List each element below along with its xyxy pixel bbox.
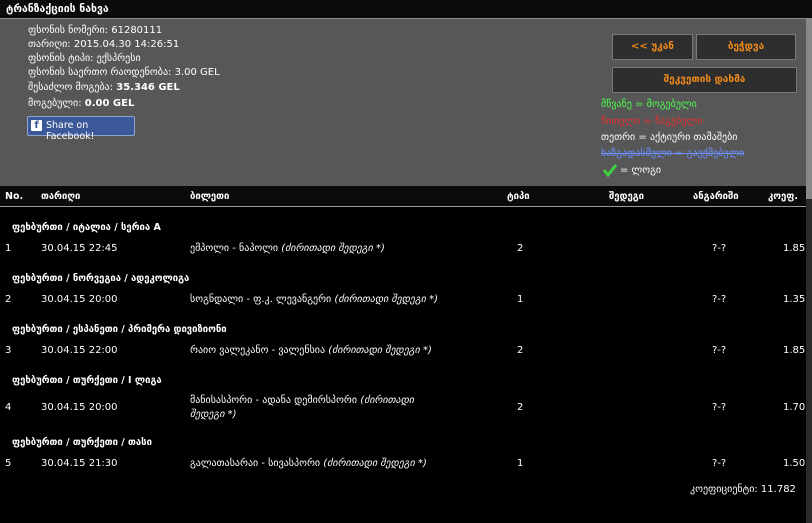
match-market: (ძირითადი შედეგი *) (323, 458, 427, 469)
row-match: გალათასარაი - სივასპორი (ძირითადი შედეგი… (190, 458, 427, 469)
match-name: რაიო ვალეკანო - ვალენსია (190, 345, 326, 356)
row-type: 1 (517, 294, 524, 305)
ticket-number-row: ფსონის ნომერი: 61280111 (28, 25, 162, 36)
facebook-share-button[interactable]: f Share on Facebook! (27, 116, 135, 142)
possible-win-label: შესაძლო მოგება: (28, 82, 114, 93)
facebook-icon: f (31, 120, 42, 131)
row-date: 30.04.15 22:00 (41, 345, 118, 356)
row-score: ?-? (712, 294, 727, 305)
win-label: მოგებული: (28, 98, 82, 109)
section-title: ფეხბურთი / ნორვეგია / ადეკოლიგა (12, 273, 190, 284)
table-header: No. თარიღი ბილეთი ტიპი შედეგი ანგარიში კ… (0, 186, 806, 207)
match-name: ემპოლი - ნაპოლი (190, 243, 279, 254)
row-coef: 1.50 (783, 458, 806, 469)
ticket-number-value: 61280111 (111, 25, 163, 36)
row-match: ემპოლი - ნაპოლი (ძირითადი შედეგი *) (190, 243, 385, 254)
match-name: მანისასპორი - ადანა დემირსპორი (190, 395, 358, 406)
header-no: No. (5, 191, 24, 202)
row-date: 30.04.15 20:00 (41, 402, 118, 413)
row-type: 2 (517, 345, 524, 356)
row-no: 3 (5, 345, 12, 356)
date-row: თარიღი: 2015.04.30 14:26:51 (28, 39, 179, 50)
row-coef: 1.35 (783, 294, 806, 305)
section-title: ფეხბურთი / იტალია / სერია A (12, 222, 161, 233)
match-name: სოგნდალი - ფ.კ. ლევანგერი (190, 294, 332, 305)
row-coef: 1.85 (783, 345, 806, 356)
type-value: ექსპრესი (96, 53, 141, 64)
row-score: ?-? (712, 458, 727, 469)
header-score: ანგარიში (693, 191, 739, 202)
date-value: 2015.04.30 14:26:51 (73, 39, 180, 50)
match-name: გალათასარაი - სივასპორი (190, 458, 321, 469)
row-no: 1 (5, 243, 12, 254)
total-row: ფსონის საერთო რაოდენობა: 3.00 GEL (28, 67, 220, 78)
row-coef: 1.70 (783, 402, 806, 413)
date-label: თარიღი: (28, 39, 71, 50)
legend-green: მწვანე = მოგებული (601, 99, 697, 110)
possible-win-row: შესაძლო მოგება: 35.346 GEL (28, 82, 180, 93)
section-title: ფეხბურთი / ესპანეთი / პრიმერა დივიზიონი (12, 324, 227, 335)
header-type: ტიპი (507, 191, 530, 202)
header-date: თარიღი (41, 191, 81, 202)
possible-win-value: 35.346 GEL (116, 82, 180, 93)
header-result: შედეგი (609, 191, 644, 202)
row-match: სოგნდალი - ფ.კ. ლევანგერი (ძირითადი შედე… (190, 294, 438, 305)
row-date: 30.04.15 21:30 (41, 458, 118, 469)
ticket-info-panel: ფსონის ნომერი: 61280111 თარიღი: 2015.04.… (0, 19, 806, 187)
win-value: 0.00 GEL (84, 98, 135, 109)
total-coefficient: კოეფიციენტი: 11.782 (690, 484, 796, 495)
header-coef: კოეფ. (768, 191, 798, 202)
legend-check: = ლოგი (620, 165, 662, 176)
type-label: ფსონის ტიპი: (28, 53, 94, 64)
scrollbar[interactable] (806, 19, 812, 523)
row-match: რაიო ვალეკანო - ვალენსია (ძირითადი შედეგ… (190, 345, 432, 356)
window-title: ტრანზაქციის ნახვა (6, 3, 109, 15)
legend-blue: ხაზგადასმული = გაუქმებული (601, 148, 745, 159)
section-title: ფეხბურთი / თურქეთი / თასი (12, 437, 152, 448)
facebook-share-label: Share on Facebook! (46, 120, 95, 142)
row-score: ?-? (712, 345, 727, 356)
match-market: (ძირითადი შედეგი *) (334, 294, 439, 305)
window-title-bar: ტრანზაქციის ნახვა (0, 0, 812, 19)
row-no: 5 (5, 458, 12, 469)
row-score: ?-? (712, 402, 727, 413)
total-value: 3.00 GEL (174, 67, 220, 78)
type-row: ფსონის ტიპი: ექსპრესი (28, 53, 141, 64)
row-date: 30.04.15 22:45 (41, 243, 118, 254)
row-type: 2 (517, 243, 524, 254)
row-no: 2 (5, 294, 12, 305)
legend-red: წითელი = წაგებული (601, 116, 703, 127)
row-no: 4 (5, 402, 12, 413)
print-button[interactable]: ბეჭდვა (696, 34, 796, 60)
match-market: (ძირითადი შედეგი *) (281, 243, 385, 254)
back-button[interactable]: << უკან (612, 34, 693, 60)
scrollbar-thumb[interactable] (806, 19, 812, 199)
section-title: ფეხბურთი / თურქეთი / I ლიგა (12, 375, 162, 386)
row-match: მანისასპორი - ადანა დემირსპორი (ძირითადი… (190, 394, 440, 422)
header-ticket: ბილეთი (190, 191, 230, 202)
legend-white: თეთრი = აქტიური თამაშები (601, 132, 738, 143)
win-row: მოგებული: 0.00 GEL (28, 98, 134, 109)
ticket-number-label: ფსონის ნომერი: (28, 25, 109, 36)
row-date: 30.04.15 20:00 (41, 294, 118, 305)
row-score: ?-? (712, 243, 727, 254)
row-coef: 1.85 (783, 243, 806, 254)
row-type: 2 (517, 402, 524, 413)
row-type: 1 (517, 458, 524, 469)
close-order-button[interactable]: შეკვეთის დახმა (612, 67, 797, 93)
checkmark-icon (603, 164, 617, 177)
match-market: (ძირითადი შედეგი *) (328, 345, 432, 356)
total-label: ფსონის საერთო რაოდენობა: (28, 67, 172, 78)
